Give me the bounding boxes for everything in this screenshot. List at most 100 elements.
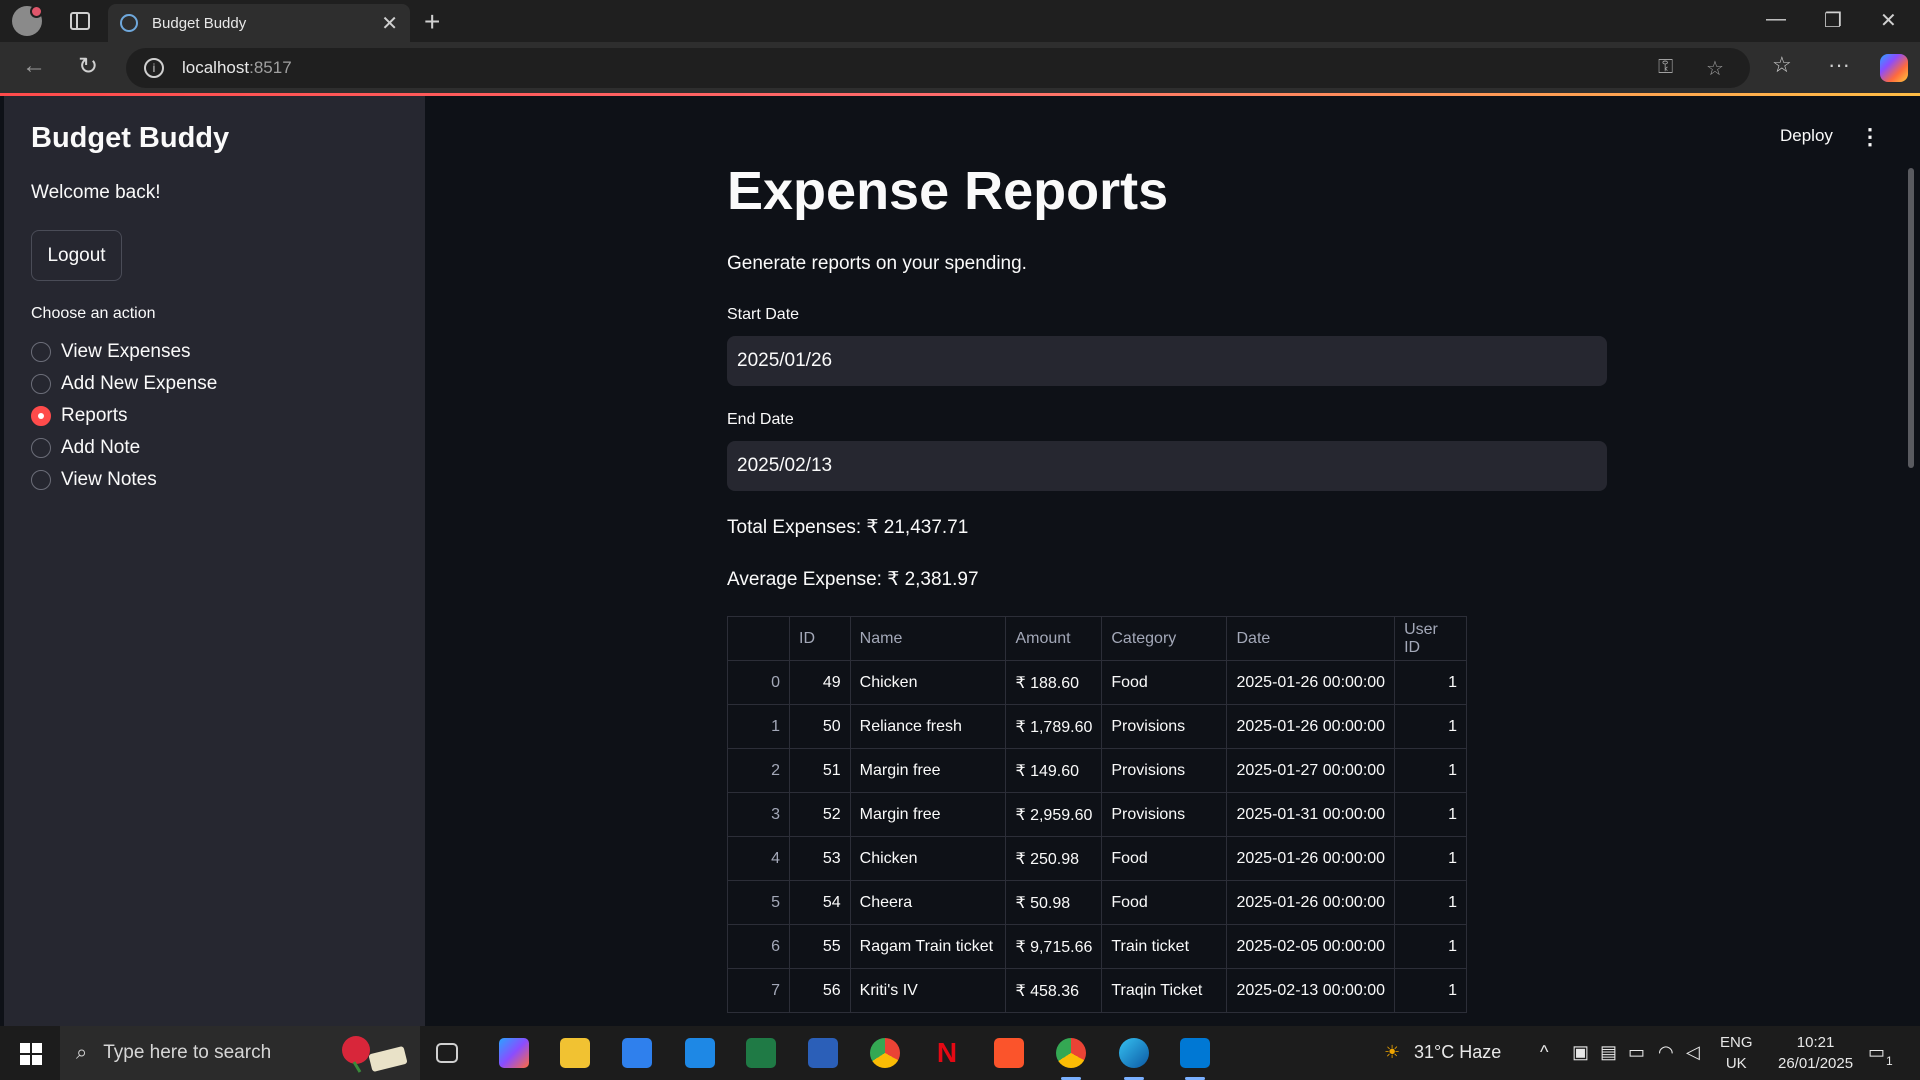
cell-date[interactable]: 2025-01-27 00:00:00 — [1226, 748, 1396, 793]
column-header-category[interactable]: Category — [1101, 616, 1228, 661]
cell-user-id[interactable]: 1 — [1394, 924, 1467, 969]
row-index[interactable]: 7 — [726, 968, 791, 1013]
column-header-user-id[interactable]: User ID — [1394, 616, 1467, 661]
row-index[interactable]: 2 — [726, 748, 791, 793]
expenses-table[interactable]: ID Name Amount Category Date User ID 0 4… — [726, 616, 1467, 1013]
netflix-icon[interactable]: N — [932, 1038, 962, 1068]
word-icon[interactable] — [808, 1038, 838, 1068]
radio-add-note[interactable]: Add Note — [31, 432, 217, 464]
radio-circle-selected[interactable] — [31, 406, 51, 426]
clock[interactable]: 10:21 26/01/2025 — [1778, 1032, 1853, 1074]
radio-add-new-expense[interactable]: Add New Expense — [31, 368, 217, 400]
cell-date[interactable]: 2025-02-13 00:00:00 — [1226, 968, 1396, 1013]
cell-amount[interactable]: ₹ 458.36 — [1005, 968, 1103, 1013]
copilot-taskbar-icon[interactable] — [499, 1038, 529, 1068]
profile-avatar[interactable] — [12, 5, 43, 36]
cell-user-id[interactable]: 1 — [1394, 880, 1467, 925]
back-icon[interactable]: ← — [22, 52, 46, 80]
language-indicator[interactable]: ENG UK — [1720, 1032, 1753, 1074]
taskbar-search[interactable]: ⌕ Type here to search — [60, 1026, 420, 1080]
cell-name[interactable]: Reliance fresh — [849, 704, 1007, 749]
row-index[interactable]: 6 — [726, 924, 791, 969]
edge-icon[interactable] — [1119, 1038, 1149, 1068]
column-header-index[interactable] — [726, 616, 791, 661]
weather-icon[interactable]: ☀ — [1384, 1042, 1400, 1063]
start-date-input[interactable] — [727, 336, 1607, 386]
cell-user-id[interactable]: 1 — [1394, 748, 1467, 793]
cell-name[interactable]: Margin free — [849, 748, 1007, 793]
column-header-id[interactable]: ID — [789, 616, 851, 661]
app-menu-icon[interactable]: ⋮ — [1859, 124, 1881, 150]
volume-icon[interactable]: ◁ — [1686, 1042, 1700, 1063]
task-view-icon[interactable] — [436, 1043, 458, 1063]
cell-name[interactable]: Chicken — [849, 836, 1007, 881]
cell-user-id[interactable]: 1 — [1394, 968, 1467, 1013]
browser-tab[interactable]: Budget Buddy ✕ — [108, 4, 410, 42]
column-header-date[interactable]: Date — [1226, 616, 1396, 661]
tab-actions-icon[interactable] — [70, 12, 90, 30]
cell-id[interactable]: 51 — [789, 748, 851, 793]
cell-name[interactable]: Cheera — [849, 880, 1007, 925]
cell-amount[interactable]: ₹ 149.60 — [1005, 748, 1103, 793]
cell-category[interactable]: Food — [1101, 660, 1228, 705]
excel-icon[interactable] — [746, 1038, 776, 1068]
chrome-icon[interactable] — [870, 1038, 900, 1068]
column-header-name[interactable]: Name — [849, 616, 1007, 661]
cell-date[interactable]: 2025-01-26 00:00:00 — [1226, 704, 1396, 749]
radio-reports[interactable]: Reports — [31, 400, 217, 432]
tray-expand-icon[interactable]: ^ — [1540, 1042, 1548, 1063]
cell-date[interactable]: 2025-01-26 00:00:00 — [1226, 880, 1396, 925]
cell-user-id[interactable]: 1 — [1394, 704, 1467, 749]
row-index[interactable]: 3 — [726, 792, 791, 837]
copilot-icon[interactable] — [1880, 54, 1908, 82]
notification-icon[interactable]: ▭ — [1868, 1042, 1885, 1063]
minimize-icon[interactable]: — — [1766, 8, 1786, 31]
deploy-button[interactable]: Deploy — [1780, 126, 1833, 146]
radio-circle[interactable] — [31, 438, 51, 458]
weather-text[interactable]: 31°C Haze — [1414, 1042, 1501, 1063]
vscode-icon[interactable] — [1180, 1038, 1210, 1068]
restore-icon[interactable]: ❐ — [1824, 8, 1842, 33]
radio-circle[interactable] — [31, 342, 51, 362]
cell-name[interactable]: Chicken — [849, 660, 1007, 705]
key-icon[interactable]: ⚿ — [1658, 56, 1673, 79]
file-explorer-icon[interactable] — [560, 1038, 590, 1068]
brave-icon[interactable] — [994, 1038, 1024, 1068]
radio-circle[interactable] — [31, 470, 51, 490]
cell-date[interactable]: 2025-01-31 00:00:00 — [1226, 792, 1396, 837]
cell-user-id[interactable]: 1 — [1394, 792, 1467, 837]
cell-amount[interactable]: ₹ 9,715.66 — [1005, 924, 1103, 969]
battery-icon[interactable]: ▭ — [1628, 1042, 1645, 1063]
cell-category[interactable]: Provisions — [1101, 792, 1228, 837]
cell-date[interactable]: 2025-02-05 00:00:00 — [1226, 924, 1396, 969]
display-icon[interactable]: ▤ — [1600, 1042, 1617, 1063]
cell-category[interactable]: Food — [1101, 836, 1228, 881]
cell-user-id[interactable]: 1 — [1394, 660, 1467, 705]
cell-id[interactable]: 52 — [789, 792, 851, 837]
page-scrollbar[interactable] — [1908, 168, 1914, 468]
cell-amount[interactable]: ₹ 188.60 — [1005, 660, 1103, 705]
cell-id[interactable]: 53 — [789, 836, 851, 881]
site-info-icon[interactable]: i — [144, 58, 164, 78]
end-date-input[interactable] — [727, 441, 1607, 491]
row-index[interactable]: 5 — [726, 880, 791, 925]
cell-id[interactable]: 56 — [789, 968, 851, 1013]
cell-id[interactable]: 54 — [789, 880, 851, 925]
cell-name[interactable]: Kriti's IV — [849, 968, 1007, 1013]
row-index[interactable]: 0 — [726, 660, 791, 705]
cell-name[interactable]: Margin free — [849, 792, 1007, 837]
meet-icon[interactable]: ▣ — [1572, 1042, 1589, 1063]
address-bar[interactable]: i localhost:8517 ⚿ ☆ — [126, 48, 1750, 88]
row-index[interactable]: 1 — [726, 704, 791, 749]
cell-name[interactable]: Ragam Train ticket — [849, 924, 1007, 969]
new-tab-icon[interactable]: + — [424, 6, 440, 38]
cell-id[interactable]: 49 — [789, 660, 851, 705]
cell-amount[interactable]: ₹ 250.98 — [1005, 836, 1103, 881]
more-options-icon[interactable]: ··· — [1828, 52, 1850, 78]
cell-category[interactable]: Traqin Ticket — [1101, 968, 1228, 1013]
windows-start-icon[interactable] — [20, 1043, 42, 1065]
cell-date[interactable]: 2025-01-26 00:00:00 — [1226, 660, 1396, 705]
radio-circle[interactable] — [31, 374, 51, 394]
cell-amount[interactable]: ₹ 1,789.60 — [1005, 704, 1103, 749]
radio-view-expenses[interactable]: View Expenses — [31, 336, 217, 368]
